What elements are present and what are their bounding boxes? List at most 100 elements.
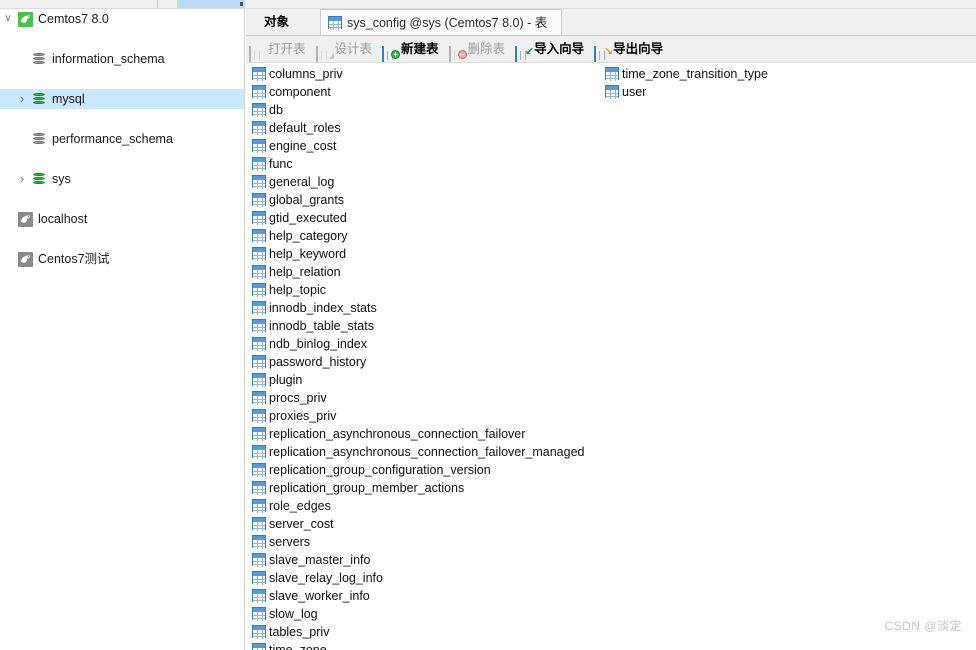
table-list-item[interactable]: slave_relay_log_info — [250, 569, 383, 587]
database-cylinder-icon — [32, 52, 46, 66]
table-list-item[interactable]: help_relation — [250, 263, 341, 281]
table-grid-icon — [252, 319, 266, 333]
table-name-label: password_history — [269, 355, 367, 369]
table-grid-icon — [252, 445, 266, 459]
tab-objects[interactable]: 对象 — [246, 9, 308, 35]
table-grid-icon — [328, 16, 342, 30]
top-horizontal-scrollbar[interactable] — [0, 0, 976, 9]
new-table-button[interactable]: + 新建表 — [379, 36, 446, 62]
table-list-item[interactable]: procs_priv — [250, 389, 327, 407]
toolbar-button-label: 设计表 — [334, 42, 373, 56]
delete-table-button[interactable]: − 删除表 — [446, 36, 513, 62]
table-name-label: servers — [269, 535, 310, 549]
minus-badge-icon: − — [457, 50, 467, 59]
sidebar-item-mysql[interactable]: mysql — [0, 89, 244, 109]
new-table-icon: + — [382, 41, 401, 62]
table-list-item[interactable]: engine_cost — [250, 137, 336, 155]
table-list-item[interactable]: password_history — [250, 353, 366, 371]
plus-badge-icon: + — [391, 50, 401, 59]
table-list-item[interactable]: role_edges — [250, 497, 331, 515]
import-wizard-button[interactable]: ↙ 导入向导 — [512, 36, 591, 62]
sidebar-item-sys[interactable]: sys — [0, 169, 244, 189]
table-list-item[interactable]: proxies_priv — [250, 407, 336, 425]
scrollbar-divider — [157, 0, 158, 9]
table-list-item[interactable]: tables_priv — [250, 623, 329, 641]
sidebar-item-performance-schema[interactable]: performance_schema — [0, 129, 244, 149]
sidebar-item-label: Cemtos7 8.0 — [38, 12, 109, 26]
toolbar-button-label: 删除表 — [467, 42, 506, 56]
sidebar-item-cemtos7-8-0[interactable]: Cemtos7 8.0 — [0, 9, 244, 29]
csdn-watermark: CSDN @淡定 — [884, 619, 962, 633]
database-cylinder-icon — [32, 92, 46, 106]
table-list-item[interactable]: slow_log — [250, 605, 318, 623]
table-list-item[interactable]: server_cost — [250, 515, 334, 533]
table-list-item[interactable]: func — [250, 155, 293, 173]
table-grid-icon — [382, 46, 394, 62]
table-list-item[interactable]: help_category — [250, 227, 348, 245]
table-list-item[interactable]: db — [250, 101, 283, 119]
table-list-item[interactable]: help_keyword — [250, 245, 346, 263]
table-list-item[interactable]: replication_asynchronous_connection_fail… — [250, 443, 585, 461]
table-grid-icon — [252, 157, 266, 171]
table-list-item[interactable]: time_zone — [250, 641, 327, 650]
chevron-right-icon[interactable] — [14, 89, 30, 109]
table-grid-icon — [252, 229, 266, 243]
sidebar-item-label: Centos7测试 — [38, 252, 110, 266]
table-grid-icon — [252, 607, 266, 621]
open-table-button[interactable]: 打开表 — [246, 36, 313, 62]
table-list-item[interactable]: servers — [250, 533, 310, 551]
table-list-item[interactable]: plugin — [250, 371, 302, 389]
table-list-item[interactable]: default_roles — [250, 119, 341, 137]
table-grid-icon — [315, 46, 327, 62]
table-list-item[interactable]: user — [603, 83, 646, 101]
table-list-item[interactable]: slave_worker_info — [250, 587, 370, 605]
chevron-down-icon[interactable] — [0, 9, 16, 29]
table-name-label: plugin — [269, 373, 303, 387]
sidebar-item-information-schema[interactable]: information_schema — [0, 49, 244, 69]
table-name-label: replication_asynchronous_connection_fail… — [269, 427, 526, 441]
open-table-icon — [249, 41, 265, 62]
table-name-label: replication_group_configuration_version — [269, 463, 491, 477]
export-arrow-icon: ↘ — [603, 46, 614, 58]
table-list-item[interactable]: columns_priv — [250, 65, 343, 83]
table-list[interactable]: columns_priv component db default_roles engi… — [246, 63, 976, 650]
table-list-item[interactable]: global_grants — [250, 191, 344, 209]
table-list-item[interactable]: general_log — [250, 173, 334, 191]
tab-document[interactable]: sys_config @sys (Cemtos7 8.0) - 表 — [320, 9, 563, 35]
sidebar-item-localhost[interactable]: localhost — [0, 209, 244, 229]
table-grid-icon — [252, 463, 266, 477]
table-list-item[interactable]: time_zone_transition_type — [603, 65, 768, 83]
chevron-right-icon[interactable] — [14, 169, 30, 189]
table-grid-icon — [252, 211, 266, 225]
table-name-label: help_relation — [269, 265, 341, 279]
table-list-item[interactable]: replication_asynchronous_connection_fail… — [250, 425, 525, 443]
table-list-item[interactable]: gtid_executed — [250, 209, 347, 227]
export-wizard-button[interactable]: ↘ 导出向导 — [591, 36, 670, 62]
table-name-label: role_edges — [269, 499, 331, 513]
table-list-item[interactable]: innodb_index_stats — [250, 299, 377, 317]
table-toolbar[interactable]: 打开表 设计表 + 新建表 − 删除表 ↙ 导入向导 ↘ 导出向导 — [246, 36, 976, 63]
table-list-item[interactable]: replication_group_configuration_version — [250, 461, 491, 479]
table-grid-icon — [605, 85, 619, 99]
table-name-label: db — [269, 103, 283, 117]
table-list-item[interactable]: ndb_binlog_index — [250, 335, 367, 353]
design-table-button[interactable]: 设计表 — [313, 36, 380, 62]
table-grid-icon — [249, 46, 260, 62]
table-name-label: columns_priv — [269, 67, 343, 81]
table-list-item[interactable]: innodb_table_stats — [250, 317, 374, 335]
main-panel: 对象 sys_config @sys (Cemtos7 8.0) - 表 打开表 设… — [246, 9, 976, 650]
connection-tree-sidebar[interactable]: Cemtos7 8.0 information_schemamysql perfor… — [0, 9, 245, 650]
design-table-icon — [315, 41, 334, 62]
import-wizard-icon: ↙ — [515, 41, 534, 62]
sidebar-item-centos7-[interactable]: Centos7测试 — [0, 249, 244, 269]
table-list-item[interactable]: help_topic — [250, 281, 326, 299]
database-cylinder-icon — [32, 172, 46, 186]
table-list-item[interactable]: component — [250, 83, 331, 101]
table-list-item[interactable]: replication_group_member_actions — [250, 479, 464, 497]
table-list-item[interactable]: slave_master_info — [250, 551, 370, 569]
table-name-label: server_cost — [269, 517, 334, 531]
tab-bar[interactable]: 对象 sys_config @sys (Cemtos7 8.0) - 表 — [246, 9, 976, 36]
table-grid-icon — [594, 46, 606, 62]
table-grid-icon — [252, 265, 266, 279]
scrollbar-thumb[interactable] — [177, 0, 245, 8]
